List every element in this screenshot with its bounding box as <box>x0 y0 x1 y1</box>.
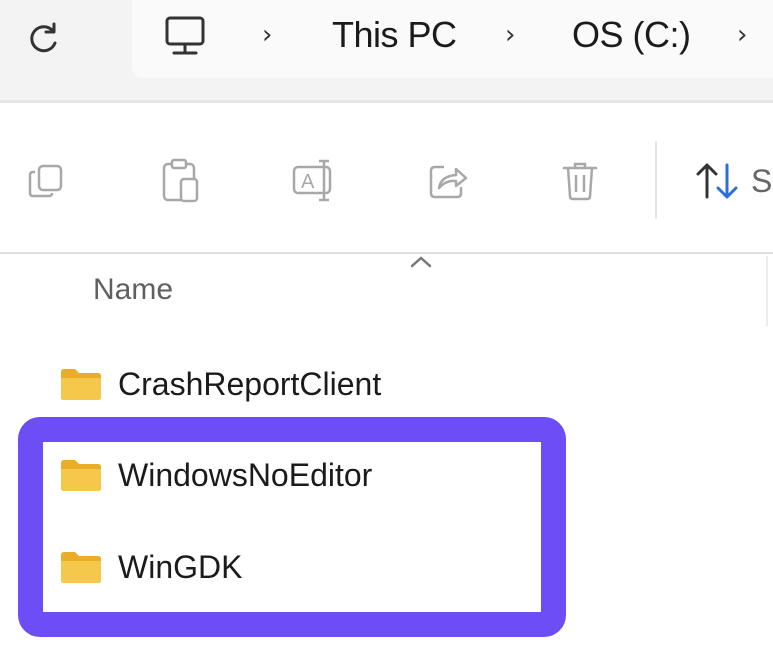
delete-button[interactable] <box>554 155 606 207</box>
command-bar: A S <box>0 103 773 253</box>
toolbar-separator <box>655 141 657 219</box>
list-item[interactable]: WindowsNoEditor <box>58 449 528 501</box>
file-name: WindowsNoEditor <box>118 456 373 493</box>
chevron-up-icon <box>410 256 432 268</box>
refresh-button[interactable] <box>18 14 68 64</box>
column-separator[interactable] <box>766 256 768 326</box>
copy-icon <box>28 164 63 198</box>
share-button[interactable] <box>422 155 474 207</box>
refresh-icon <box>30 22 57 53</box>
copy-button[interactable] <box>20 155 72 207</box>
share-icon <box>429 165 468 199</box>
folder-icon <box>61 369 101 400</box>
sort-icon <box>696 163 738 199</box>
column-header-name[interactable]: Name <box>93 273 173 307</box>
paste-icon <box>162 158 199 203</box>
breadcrumb-os-c[interactable]: OS (C:) <box>572 14 691 56</box>
sort-button[interactable]: S <box>693 155 772 207</box>
list-item[interactable]: WinGDK <box>58 541 528 593</box>
file-name: CrashReportClient <box>118 365 382 402</box>
chevron-right-icon[interactable]: › <box>737 20 747 50</box>
svg-text:A: A <box>301 171 315 193</box>
divider <box>0 252 773 254</box>
folder-icon <box>61 460 101 491</box>
paste-button[interactable] <box>155 155 207 207</box>
chevron-right-icon[interactable]: › <box>505 20 515 50</box>
list-item[interactable]: CrashReportClient <box>58 358 528 410</box>
folder-icon <box>61 552 101 583</box>
file-name: WinGDK <box>118 548 243 585</box>
rename-button[interactable]: A <box>288 155 340 207</box>
delete-icon <box>562 162 598 201</box>
chevron-right-icon[interactable]: › <box>262 20 272 50</box>
rename-icon: A <box>292 159 332 202</box>
breadcrumb-this-pc[interactable]: This PC <box>332 14 457 56</box>
sort-label: S <box>751 162 773 199</box>
this-pc-icon[interactable] <box>160 10 210 60</box>
